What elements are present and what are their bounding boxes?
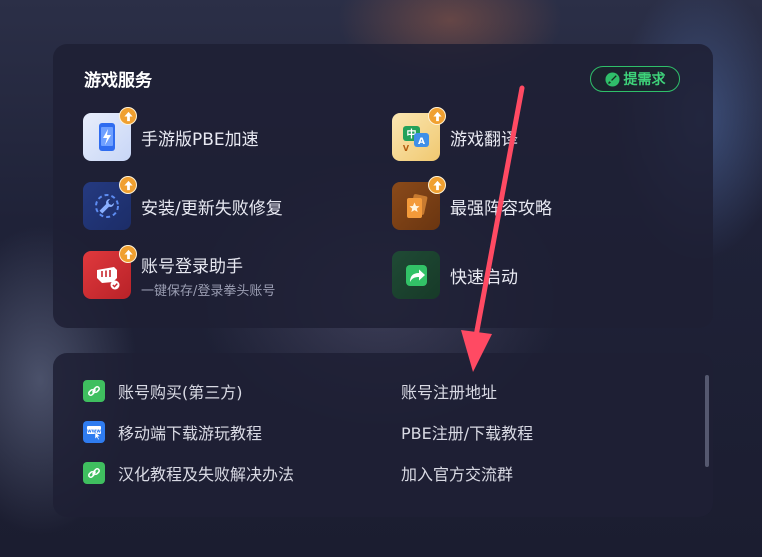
link-label: 账号购买(第三方) [118,383,243,402]
service-label: 快速启动 [450,267,518,288]
service-pbe-boost[interactable]: 手游版PBE加速 [83,107,259,161]
wrench-repair-icon [83,176,137,230]
svg-text:A: A [418,137,425,147]
scrollbar[interactable] [705,375,709,467]
link-icon [83,462,105,484]
link-account-purchase[interactable]: 账号购买(第三方) [83,379,243,403]
service-lineup-guide[interactable]: 最强阵容攻略 [392,176,552,230]
request-button-label: 提需求 [623,72,666,88]
link-label: 加入官方交流群 [401,465,514,484]
svg-text:www: www [87,428,101,434]
game-services-panel: 游戏服务 提需求 手游版PBE加速 中 A V 游戏翻译 安装/更新失败修复 最… [53,44,713,328]
link-join-group[interactable]: 加入官方交流群 [401,461,513,485]
link-label: 汉化教程及失败解决办法 [118,465,295,484]
service-label: 游戏翻译 [450,129,518,150]
request-feature-button[interactable]: 提需求 [590,66,680,92]
www-cursor-icon: www [83,421,105,443]
brush-icon [604,71,620,87]
service-quick-launch[interactable]: 快速启动 [392,251,518,299]
link-label: 账号注册地址 [401,383,498,402]
upgrade-badge-icon [119,176,137,194]
link-pbe-tutorial[interactable]: PBE注册/下载教程 [401,420,533,444]
link-label: PBE注册/下载教程 [401,424,534,443]
link-icon [83,380,105,402]
link-account-register[interactable]: 账号注册地址 [401,379,497,403]
quick-launch-icon [392,251,440,299]
lineup-guide-icon [392,176,446,230]
service-login-assistant[interactable]: 账号登录助手 一键保存/登录拳头账号 [83,245,276,299]
service-translate[interactable]: 中 A V 游戏翻译 [392,107,518,161]
svg-text:V: V [403,144,410,153]
upgrade-badge-icon [428,176,446,194]
service-label: 安装/更新失败修复 [141,198,283,219]
service-install-repair[interactable]: 安装/更新失败修复 [83,176,283,230]
service-label: 最强阵容攻略 [450,198,552,219]
translate-icon: 中 A V [392,107,446,161]
riot-fist-icon [83,245,137,299]
service-label: 账号登录助手 [141,256,243,277]
upgrade-badge-icon [119,107,137,125]
service-label: 手游版PBE加速 [141,129,259,150]
link-localization-guide[interactable]: 汉化教程及失败解决办法 [83,461,294,485]
upgrade-badge-icon [428,107,446,125]
link-mobile-tutorial[interactable]: www 移动端下载游玩教程 [83,420,262,444]
links-panel: 账号购买(第三方) 账号注册地址 www 移动端下载游玩教程 PBE注册/下载教… [53,353,713,517]
phone-boost-icon [83,107,137,161]
link-label: 移动端下载游玩教程 [118,424,263,443]
panel-title: 游戏服务 [84,71,152,91]
upgrade-badge-icon [119,245,137,263]
service-sublabel: 一键保存/登录拳头账号 [141,283,276,299]
